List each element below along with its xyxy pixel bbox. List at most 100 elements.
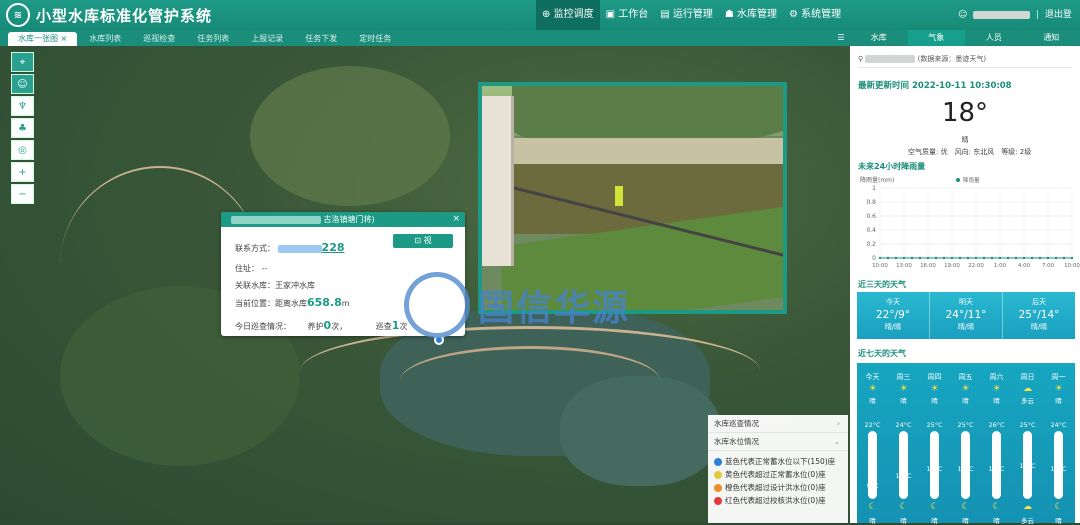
video-button[interactable]: ⊡ 视 bbox=[393, 234, 453, 248]
reservoir-icon[interactable]: ♆ bbox=[11, 96, 34, 116]
location-row: ⚲ (数据来源：墨迹天气) bbox=[858, 54, 986, 64]
address-row: 住址： -- bbox=[235, 263, 267, 274]
rain-point bbox=[1023, 257, 1025, 259]
rain-point bbox=[1063, 257, 1065, 259]
x-tick-label: 4:00 bbox=[1018, 263, 1031, 269]
rtab-people[interactable]: 人员 bbox=[965, 30, 1023, 46]
moon-icon: ☾ bbox=[981, 502, 1012, 512]
moon-icon: ☾ bbox=[919, 502, 950, 512]
sun-icon: ☀ bbox=[888, 384, 919, 394]
tab-map[interactable]: 水库一张图 × bbox=[8, 32, 77, 46]
close-icon[interactable]: × bbox=[61, 34, 68, 43]
tab-tasks[interactable]: 任务列表 bbox=[187, 32, 239, 46]
rain-point bbox=[1055, 257, 1057, 259]
forecast-day-column: 今天☀晴22°C9°C☾晴 bbox=[857, 363, 888, 523]
rain-point bbox=[887, 257, 889, 259]
x-tick-label: 10:00 bbox=[872, 263, 888, 269]
desk-icon: ▣ bbox=[606, 9, 615, 20]
rain-point bbox=[919, 257, 921, 259]
rain-point bbox=[1071, 257, 1073, 259]
person-icon[interactable]: ☺ bbox=[11, 74, 34, 94]
moon-icon: ☾ bbox=[857, 502, 888, 512]
weather-panel: ⚲ (数据来源：墨迹天气) 最新更新时间 2022-10-11 10:30:08… bbox=[850, 46, 1080, 523]
tab-list[interactable]: 水库列表 bbox=[79, 32, 131, 46]
rain-point bbox=[903, 257, 905, 259]
moon-icon: ☾ bbox=[888, 502, 919, 512]
target-icon[interactable]: ◎ bbox=[11, 140, 34, 160]
app-title: 小型水库标准化管护系统 bbox=[36, 5, 212, 26]
popup-title: 古洛镇塘门将) × bbox=[221, 212, 465, 227]
user-name[interactable] bbox=[973, 11, 1029, 19]
update-time: 最新更新时间 2022-10-11 10:30:08 bbox=[858, 79, 1012, 91]
map-road-2 bbox=[400, 346, 660, 416]
satellite-map[interactable]: ⌖ ☺ ♆ ♣ ◎ + − 古洛镇塘门将) × 联系方式： 228 ⊡ 视 住址… bbox=[0, 46, 850, 523]
chart-icon: ▤ bbox=[660, 9, 669, 20]
tree-icon[interactable]: ♣ bbox=[11, 118, 34, 138]
map-field bbox=[250, 66, 450, 206]
nav-system[interactable]: ⚙ 系统管理 bbox=[783, 0, 847, 30]
rain-point bbox=[1015, 257, 1017, 259]
rain-point bbox=[967, 257, 969, 259]
y-tick-label: 0.8 bbox=[866, 199, 876, 206]
rain-point bbox=[927, 257, 929, 259]
forecast-day-column: 周日☁多云25°C15°C☁多云 bbox=[1012, 363, 1043, 523]
legend-item: 橙色代表超过设计洪水位(0)座 bbox=[708, 481, 848, 494]
y-tick-label: 0.2 bbox=[866, 241, 876, 248]
worker-figure bbox=[615, 186, 623, 206]
close-icon[interactable]: × bbox=[452, 212, 460, 227]
rain-point bbox=[959, 257, 961, 259]
y-tick-label: 0 bbox=[872, 255, 876, 262]
current-condition: 晴 bbox=[850, 135, 1080, 145]
rain-point bbox=[911, 257, 913, 259]
tab-reports[interactable]: 上报记录 bbox=[241, 32, 293, 46]
video-icon: ⊡ bbox=[414, 236, 421, 245]
moon-icon: ☁ bbox=[1012, 502, 1043, 512]
water-level-toggle[interactable]: 水库水位情况⌄ bbox=[708, 433, 848, 451]
three-day-title: 近三天的天气 bbox=[858, 279, 906, 290]
nav-desk[interactable]: ▣ 工作台 bbox=[600, 0, 655, 30]
sun-icon: ☀ bbox=[950, 384, 981, 394]
nav-monitor[interactable]: ⊕ 监控调度 bbox=[536, 0, 600, 30]
rain-point bbox=[879, 257, 881, 259]
nav-operation[interactable]: ▤ 运行管理 bbox=[654, 0, 719, 30]
tab-inspect[interactable]: 巡视检查 bbox=[133, 32, 185, 46]
moon-icon: ☾ bbox=[1043, 502, 1074, 512]
rain-point bbox=[975, 257, 977, 259]
orange-dot-icon bbox=[714, 484, 722, 492]
logout-button[interactable]: 退出登录 bbox=[1045, 0, 1080, 30]
main-nav: ⊕ 监控调度 ▣ 工作台 ▤ 运行管理 ☗ 水库管理 ⚙ 系统管理 bbox=[536, 0, 847, 30]
rain-chart: 降雨量(mm)降雨量00.20.40.60.8110:0013:0016:001… bbox=[858, 174, 1080, 270]
reservoir-row: 关联水库：王家冲水库 bbox=[235, 280, 315, 291]
map-toolbar: ⌖ ☺ ♆ ♣ ◎ + − bbox=[11, 52, 34, 204]
patrol-status-toggle[interactable]: 水库巡查情况› bbox=[708, 415, 848, 433]
chevron-right-icon: › bbox=[837, 415, 840, 433]
legend-item: 黄色代表超过正常蓄水位(0)座 bbox=[708, 468, 848, 481]
rtab-notice[interactable]: 通知 bbox=[1023, 30, 1080, 46]
rtab-reservoir[interactable]: 水库 bbox=[850, 30, 908, 46]
legend-label: 降雨量 bbox=[963, 176, 980, 184]
reservoir-legend: 水库巡查情况› 水库水位情况⌄ 蓝色代表正常蓄水位以下(150)座 黄色代表超过… bbox=[708, 415, 848, 523]
people-icon: ☗ bbox=[725, 9, 734, 20]
legend-swatch bbox=[956, 178, 960, 182]
contact-phone[interactable]: 228 bbox=[322, 241, 345, 254]
zoom-out-button[interactable]: − bbox=[11, 184, 34, 204]
location-icon[interactable]: ⌖ bbox=[11, 52, 34, 72]
rain-point bbox=[895, 257, 897, 259]
tab-dispatch[interactable]: 任务下发 bbox=[295, 32, 347, 46]
zoom-in-button[interactable]: + bbox=[11, 162, 34, 182]
cloud-icon: ☁ bbox=[1012, 384, 1043, 394]
menu-icon[interactable]: ☰ bbox=[832, 30, 850, 46]
x-tick-label: 22:00 bbox=[968, 263, 984, 269]
gear-icon: ⚙ bbox=[789, 9, 798, 20]
y-tick-label: 0.6 bbox=[866, 213, 876, 220]
blue-dot-icon bbox=[714, 458, 722, 466]
nav-reservoir[interactable]: ☗ 水库管理 bbox=[719, 0, 783, 30]
forecast-day-column: 周四☀晴25°C14°C☾晴 bbox=[919, 363, 950, 523]
three-day-forecast: 今天22°/9°晴/晴 明天24°/11°晴/晴 后天25°/14°晴/晴 bbox=[857, 292, 1075, 339]
rtab-weather[interactable]: 气象 bbox=[908, 30, 966, 46]
tab-timed[interactable]: 定时任务 bbox=[349, 32, 401, 46]
sun-icon: ☀ bbox=[981, 384, 1012, 394]
rain-point bbox=[983, 257, 985, 259]
user-area: ☺ | 退出登录 bbox=[958, 0, 1080, 30]
y-axis-label: 降雨量(mm) bbox=[860, 176, 894, 184]
